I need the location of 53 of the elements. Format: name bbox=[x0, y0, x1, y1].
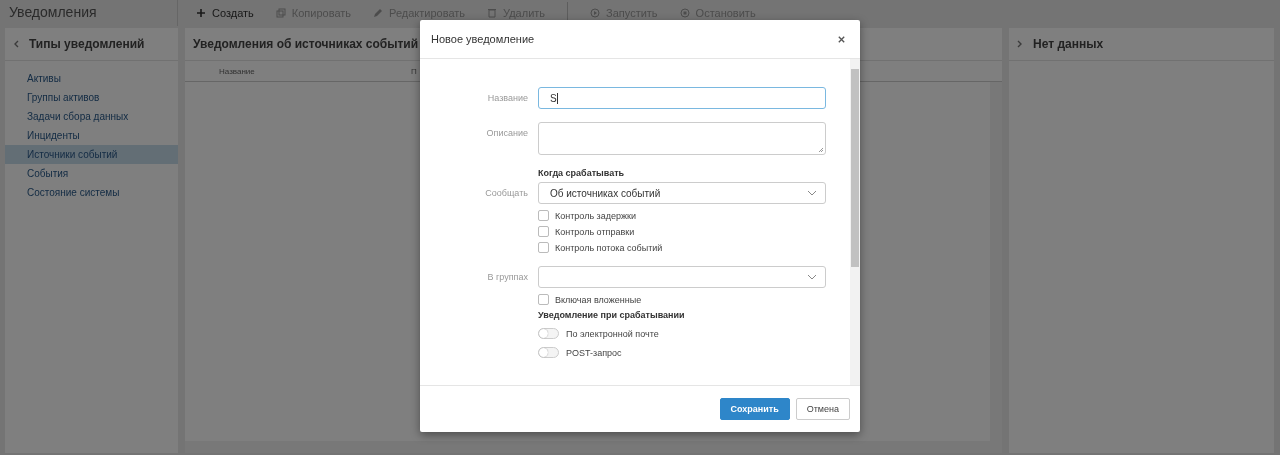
checkbox[interactable] bbox=[538, 226, 549, 237]
field-label: Сообщать bbox=[484, 188, 529, 198]
checkbox[interactable] bbox=[538, 294, 549, 305]
checkbox-label: Контроль задержки bbox=[555, 210, 636, 221]
copy-icon bbox=[275, 8, 286, 18]
trash-icon bbox=[487, 8, 498, 18]
scrollbar[interactable] bbox=[990, 82, 1002, 441]
chevron-left-icon[interactable] bbox=[13, 40, 19, 48]
cancel-button[interactable]: Отмена bbox=[795, 398, 850, 420]
play-circle-icon bbox=[590, 8, 601, 18]
column-header[interactable]: Название bbox=[219, 66, 411, 76]
sidebar-item[interactable]: Инциденты bbox=[5, 126, 178, 145]
sidebar-item[interactable]: События bbox=[5, 164, 178, 183]
sidebar-item[interactable]: Активы bbox=[5, 69, 178, 88]
section-heading: Когда срабатывать bbox=[538, 168, 625, 178]
dropdown[interactable] bbox=[538, 266, 826, 288]
chevron-down-icon bbox=[807, 274, 817, 280]
dropdown[interactable]: Об источниках событий bbox=[538, 182, 826, 204]
sidebar-item[interactable]: Источники событий bbox=[5, 145, 178, 164]
checkbox[interactable] bbox=[538, 242, 549, 253]
panel-title: Уведомления об источниках событий bbox=[193, 37, 419, 51]
toggle-label: POST-запрос bbox=[566, 347, 622, 358]
toggle-switch[interactable] bbox=[538, 347, 559, 358]
scrollbar[interactable] bbox=[850, 59, 860, 385]
checkbox-label: Включая вложенные bbox=[555, 294, 642, 305]
name-field[interactable]: S bbox=[538, 87, 826, 109]
panel-title: Типы уведомлений bbox=[29, 37, 145, 51]
column-header[interactable]: П bbox=[411, 66, 417, 76]
toggle-label: По электронной почте bbox=[566, 328, 659, 339]
panel-title: Нет данных bbox=[1033, 37, 1104, 51]
field-label: Название bbox=[486, 93, 529, 103]
sidebar-item[interactable]: Группы активов bbox=[5, 88, 178, 107]
chevron-down-icon bbox=[807, 190, 817, 196]
checkbox-label: Контроль потока событий bbox=[555, 242, 663, 253]
save-button[interactable]: Сохранить bbox=[719, 398, 790, 420]
app-title: Уведомления bbox=[0, 0, 178, 26]
chevron-right-icon[interactable] bbox=[1017, 40, 1023, 48]
toggle-switch[interactable] bbox=[538, 328, 559, 339]
stop-circle-icon bbox=[679, 8, 690, 18]
sidebar-item[interactable]: Состояние системы bbox=[5, 183, 178, 202]
sidebar-item[interactable]: Задачи сбора данных bbox=[5, 107, 178, 126]
description-field[interactable] bbox=[538, 122, 826, 155]
pencil-icon bbox=[373, 8, 384, 18]
checkbox[interactable] bbox=[538, 210, 549, 221]
dialog-title: Новое уведомление bbox=[431, 33, 535, 45]
plus-icon bbox=[196, 8, 206, 18]
checkbox-label: Контроль отправки bbox=[555, 226, 635, 237]
section-heading: Уведомление при срабатывании bbox=[538, 310, 685, 320]
field-label: Описание bbox=[485, 127, 529, 138]
close-icon[interactable] bbox=[837, 34, 846, 44]
field-label: В группах bbox=[486, 272, 529, 282]
toolbar-button[interactable]: Создать bbox=[196, 5, 254, 21]
resize-grip-icon[interactable] bbox=[818, 147, 824, 153]
